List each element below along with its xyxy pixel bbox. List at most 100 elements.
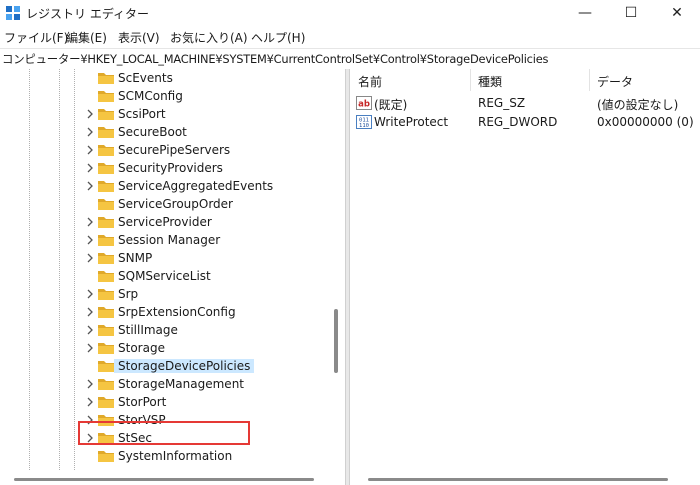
chevron-right-icon[interactable] [84,378,96,390]
folder-icon [98,73,114,84]
folder-icon [98,181,114,192]
tree-item[interactable]: ScsiPort [0,105,330,123]
folder-icon [98,343,114,354]
close-button[interactable]: ✕ [654,0,700,26]
address-bar[interactable]: コンピューター¥HKEY_LOCAL_MACHINE¥SYSTEM¥Curren… [0,48,700,70]
folder-icon [98,289,114,300]
value-data: (値の設定なし) [597,98,679,112]
folder-icon [98,361,114,372]
value-data: 0x00000000 (0) [597,115,694,129]
menu-favorites[interactable]: お気に入り(A) [170,29,248,46]
chevron-right-icon[interactable] [84,126,96,138]
tree-item[interactable]: StorageDevicePolicies [0,357,330,375]
binary-value-icon: 011110 [356,115,372,129]
tree-item-label: ServiceProvider [118,215,212,229]
menu-bar: ファイル(F) 編集(E) 表示(V) お気に入り(A) ヘルプ(H) [0,27,700,47]
chevron-right-icon[interactable] [84,216,96,228]
svg-text:ab: ab [358,100,370,110]
chevron-right-icon[interactable] [84,306,96,318]
folder-icon [98,235,114,246]
menu-edit[interactable]: 編集(E) [66,29,107,46]
tree-item[interactable]: SecureBoot [0,123,330,141]
menu-view[interactable]: 表示(V) [118,29,160,46]
tree-item-label: StillImage [118,323,178,337]
chevron-right-icon[interactable] [84,162,96,174]
column-header-name[interactable]: 名前 [350,69,470,91]
selection-highlight-frame [78,421,250,445]
tree-vertical-scrollbar[interactable] [334,309,338,373]
string-value-icon: ab [356,96,372,110]
tree-item-label: StorPort [118,395,167,409]
folder-icon [98,91,114,102]
menu-help[interactable]: ヘルプ(H) [251,29,305,46]
tree-item[interactable]: SystemInformation [0,447,330,465]
folder-icon [98,307,114,318]
key-tree-pane[interactable]: ScEvents SCMConfig ScsiPort SecureBoot Secur… [0,69,345,485]
tree-item-label: ScsiPort [118,107,166,121]
folder-icon [98,109,114,120]
folder-icon [98,379,114,390]
svg-text:110: 110 [359,123,369,129]
column-header-data[interactable]: データ [590,69,700,91]
tree-hscroll-thumb[interactable] [14,478,314,481]
folder-icon [98,199,114,210]
registry-editor-icon [6,6,20,20]
address-path[interactable]: コンピューター¥HKEY_LOCAL_MACHINE¥SYSTEM¥Curren… [2,51,548,67]
tree-item[interactable]: StorageManagement [0,375,330,393]
value-name: (既定) [374,98,408,112]
tree-item-label: SCMConfig [118,89,183,103]
minimize-button[interactable]: — [562,0,608,26]
chevron-right-icon[interactable] [84,324,96,336]
tree-item[interactable]: SCMConfig [0,87,330,105]
minimize-icon: — [578,5,592,21]
tree-item[interactable]: SQMServiceList [0,267,330,285]
chevron-right-icon[interactable] [84,252,96,264]
tree-item-label: SecureBoot [118,125,187,139]
folder-icon [98,145,114,156]
chevron-right-icon[interactable] [84,288,96,300]
tree-item[interactable]: ServiceProvider [0,213,330,231]
column-header-type[interactable]: 種類 [471,69,589,91]
value-row[interactable]: 011 110 WriteProtect REG_DWORD 0x00000000 (0… [350,113,700,131]
chevron-right-icon[interactable] [84,342,96,354]
value-list-pane[interactable]: 名前 種類 データ ab (既定) REG_SZ (値の設定なし) 011 110 Writ… [350,69,700,485]
tree-item[interactable]: StillImage [0,321,330,339]
tree-item[interactable]: SrpExtensionConfig [0,303,330,321]
value-row[interactable]: ab (既定) REG_SZ (値の設定なし) [350,94,700,112]
maximize-icon: ☐ [624,5,638,21]
tree-item-label: Session Manager [118,233,221,247]
tree-item[interactable]: SecurePipeServers [0,141,330,159]
folder-icon [98,397,114,408]
folder-icon [98,163,114,174]
tree-item[interactable]: ScEvents [0,69,330,87]
maximize-button[interactable]: ☐ [608,0,654,26]
folder-icon [98,451,114,462]
chevron-right-icon[interactable] [84,234,96,246]
tree-item[interactable]: Srp [0,285,330,303]
tree-item-label: SQMServiceList [118,269,211,283]
tree-item-label: ScEvents [118,71,173,85]
tree-horizontal-scrollbar[interactable] [0,472,345,485]
tree-item[interactable]: SecurityProviders [0,159,330,177]
value-type: REG_SZ [478,96,526,110]
chevron-right-icon[interactable] [84,180,96,192]
tree-item[interactable]: ServiceAggregatedEvents [0,177,330,195]
folder-icon [98,325,114,336]
tree-item-label: SecurityProviders [118,161,223,175]
folder-icon [98,253,114,264]
title-bar: レジストリ エディター — ☐ ✕ [0,0,700,26]
tree-item[interactable]: SNMP [0,249,330,267]
tree-item[interactable]: StorPort [0,393,330,411]
tree-item[interactable]: Session Manager [0,231,330,249]
tree-item[interactable]: ServiceGroupOrder [0,195,330,213]
chevron-right-icon[interactable] [84,396,96,408]
tree-item-label: ServiceAggregatedEvents [118,179,274,193]
chevron-right-icon[interactable] [84,144,96,156]
menu-file[interactable]: ファイル(F) [4,29,68,46]
list-horizontal-scrollbar[interactable] [368,478,668,481]
chevron-right-icon[interactable] [84,108,96,120]
tree-item-label: StorageDevicePolicies [114,359,255,373]
tree-item-label: Srp [118,287,139,301]
tree-item-label: StorageManagement [118,377,244,391]
tree-item[interactable]: Storage [0,339,330,357]
